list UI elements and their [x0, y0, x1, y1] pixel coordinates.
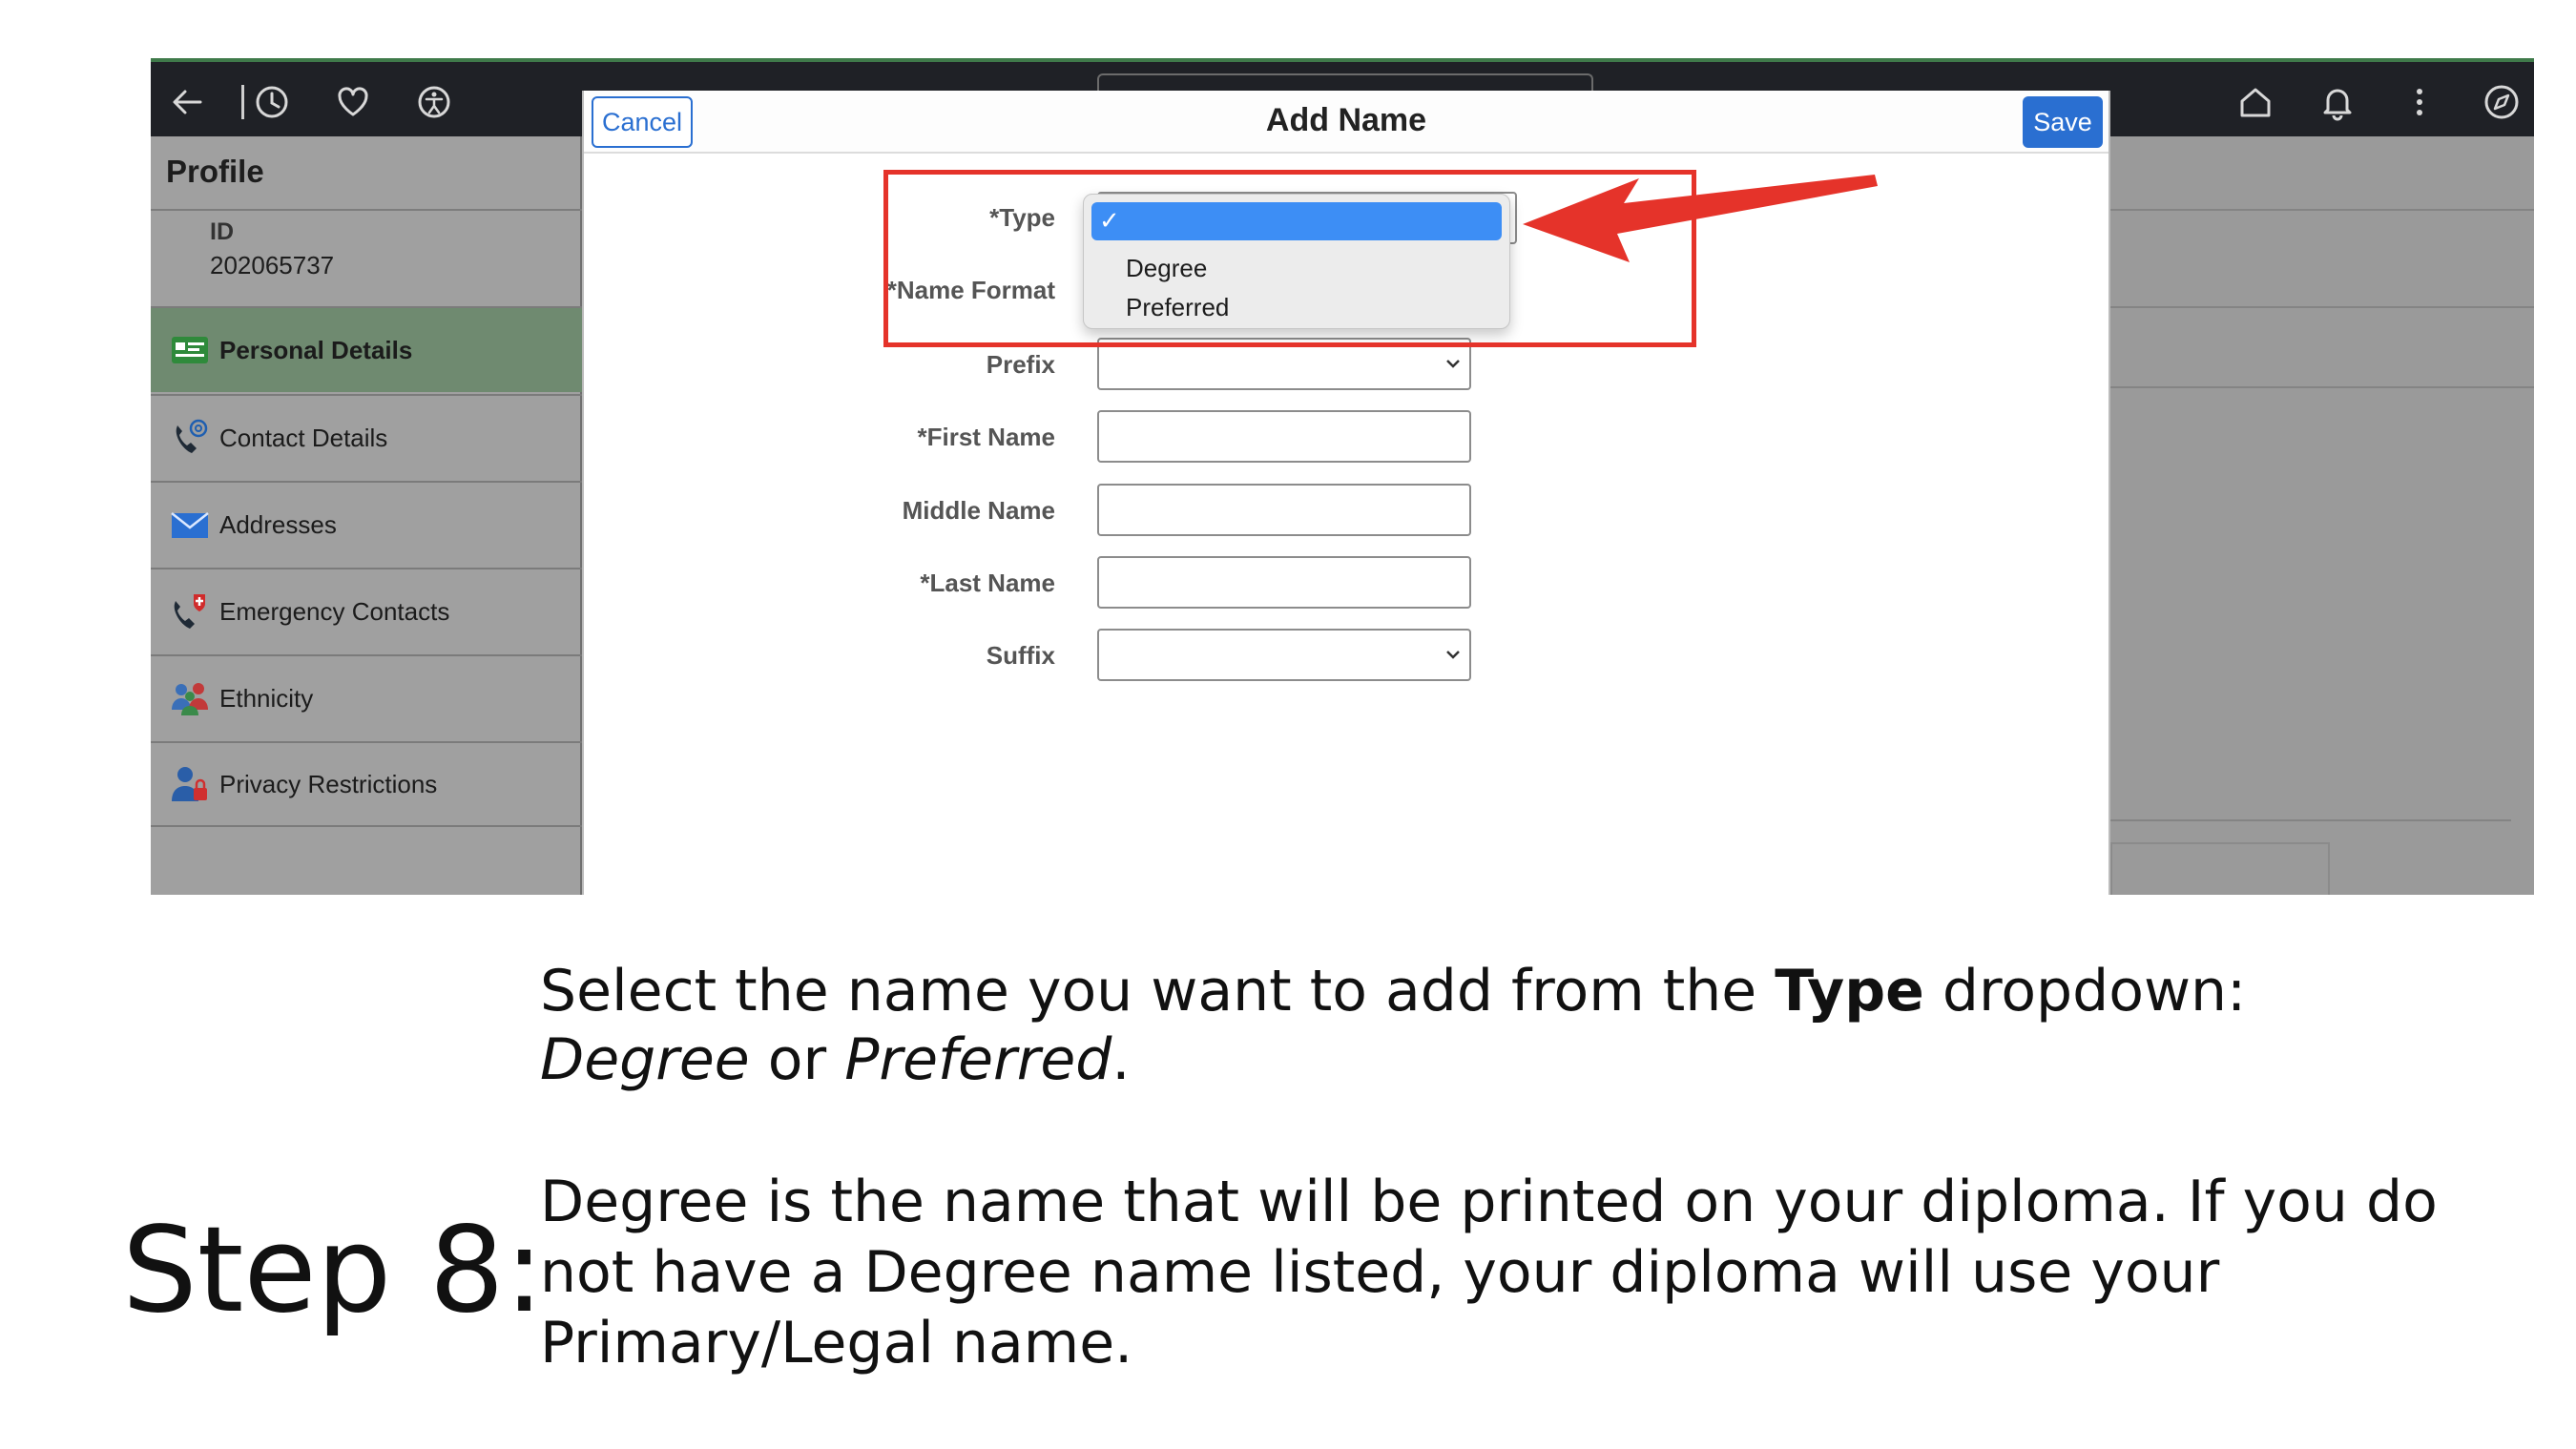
history-icon[interactable]	[251, 81, 293, 123]
sidebar-item-label: Contact Details	[219, 423, 388, 452]
envelope-icon	[168, 503, 212, 547]
emergency-phone-icon	[168, 590, 212, 633]
step-label: Step 8:	[122, 1202, 545, 1339]
middle-name-label: Middle Name	[902, 496, 1055, 525]
save-button[interactable]: Save	[2023, 96, 2103, 148]
text-run: .	[1111, 1026, 1131, 1093]
last-name-input[interactable]	[1097, 556, 1471, 609]
chevron-down-icon	[1446, 651, 1460, 659]
person-lock-icon	[168, 762, 212, 806]
degree-term: Degree	[540, 1026, 750, 1093]
sidebar-item-label: Addresses	[219, 509, 337, 539]
home-icon[interactable]	[2234, 81, 2276, 123]
back-arrow-icon[interactable]	[166, 81, 208, 123]
text-run: Select the name you want to add from the	[540, 958, 1776, 1025]
bell-icon[interactable]	[2316, 81, 2358, 123]
favorites-heart-icon[interactable]	[332, 81, 374, 123]
first-name-input[interactable]	[1097, 410, 1471, 463]
middle-name-input[interactable]	[1097, 484, 1471, 536]
sidebar-item-ethnicity[interactable]: Ethnicity	[151, 654, 582, 740]
sidebar-item-label: Privacy Restrictions	[219, 769, 438, 798]
sidebar-item-label: Ethnicity	[219, 683, 314, 713]
sidebar-item-addresses[interactable]: Addresses	[151, 481, 582, 567]
divider	[2110, 209, 2534, 211]
text-run: or	[749, 1026, 845, 1093]
compass-icon[interactable]	[2481, 81, 2523, 123]
last-name-label: *Last Name	[920, 569, 1055, 597]
sidebar-item-label: Personal Details	[219, 335, 413, 364]
more-vertical-icon[interactable]	[2399, 81, 2441, 123]
pointer-arrow-icon	[1523, 175, 1878, 262]
prefix-label: Prefix	[986, 350, 1055, 379]
id-value: 202065737	[210, 251, 335, 279]
divider	[151, 209, 582, 211]
phone-at-icon	[168, 416, 212, 460]
text-run: dropdown:	[1923, 958, 2247, 1025]
modal-title: Add Name	[1265, 102, 1427, 138]
people-icon	[168, 676, 212, 720]
instruction-paragraph-2: Degree is the name that will be printed …	[540, 1169, 2438, 1377]
modal-header: Cancel Add Name Save	[584, 91, 2109, 154]
suffix-label: Suffix	[986, 641, 1055, 670]
background-content	[2110, 136, 2534, 895]
preferred-term: Preferred	[844, 1026, 1112, 1093]
divider	[2110, 306, 2534, 308]
chevron-down-icon	[1446, 360, 1460, 368]
sidebar-item-personal-details[interactable]: Personal Details	[151, 306, 582, 392]
profile-title: Profile	[166, 154, 264, 189]
instruction-paragraph-1: Select the name you want to add from the…	[540, 957, 2448, 1094]
sidebar-item-emergency-contacts[interactable]: Emergency Contacts	[151, 568, 582, 653]
suffix-select[interactable]	[1097, 629, 1471, 681]
divider	[2110, 386, 2534, 388]
sidebar-item-label: Emergency Contacts	[219, 596, 450, 626]
id-card-icon	[168, 328, 212, 372]
profile-sidebar: Profile ID 202065737 Personal Details Co…	[151, 136, 582, 895]
background-table	[2110, 842, 2330, 895]
toolbar-divider	[241, 85, 244, 119]
divider	[2110, 819, 2511, 821]
accessibility-icon[interactable]	[413, 81, 455, 123]
type-keyword: Type	[1775, 958, 1924, 1025]
first-name-label: *First Name	[917, 423, 1056, 451]
id-label: ID	[210, 218, 234, 245]
sidebar-item-contact-details[interactable]: Contact Details	[151, 394, 582, 480]
sidebar-item-privacy-restrictions[interactable]: Privacy Restrictions	[151, 741, 582, 827]
